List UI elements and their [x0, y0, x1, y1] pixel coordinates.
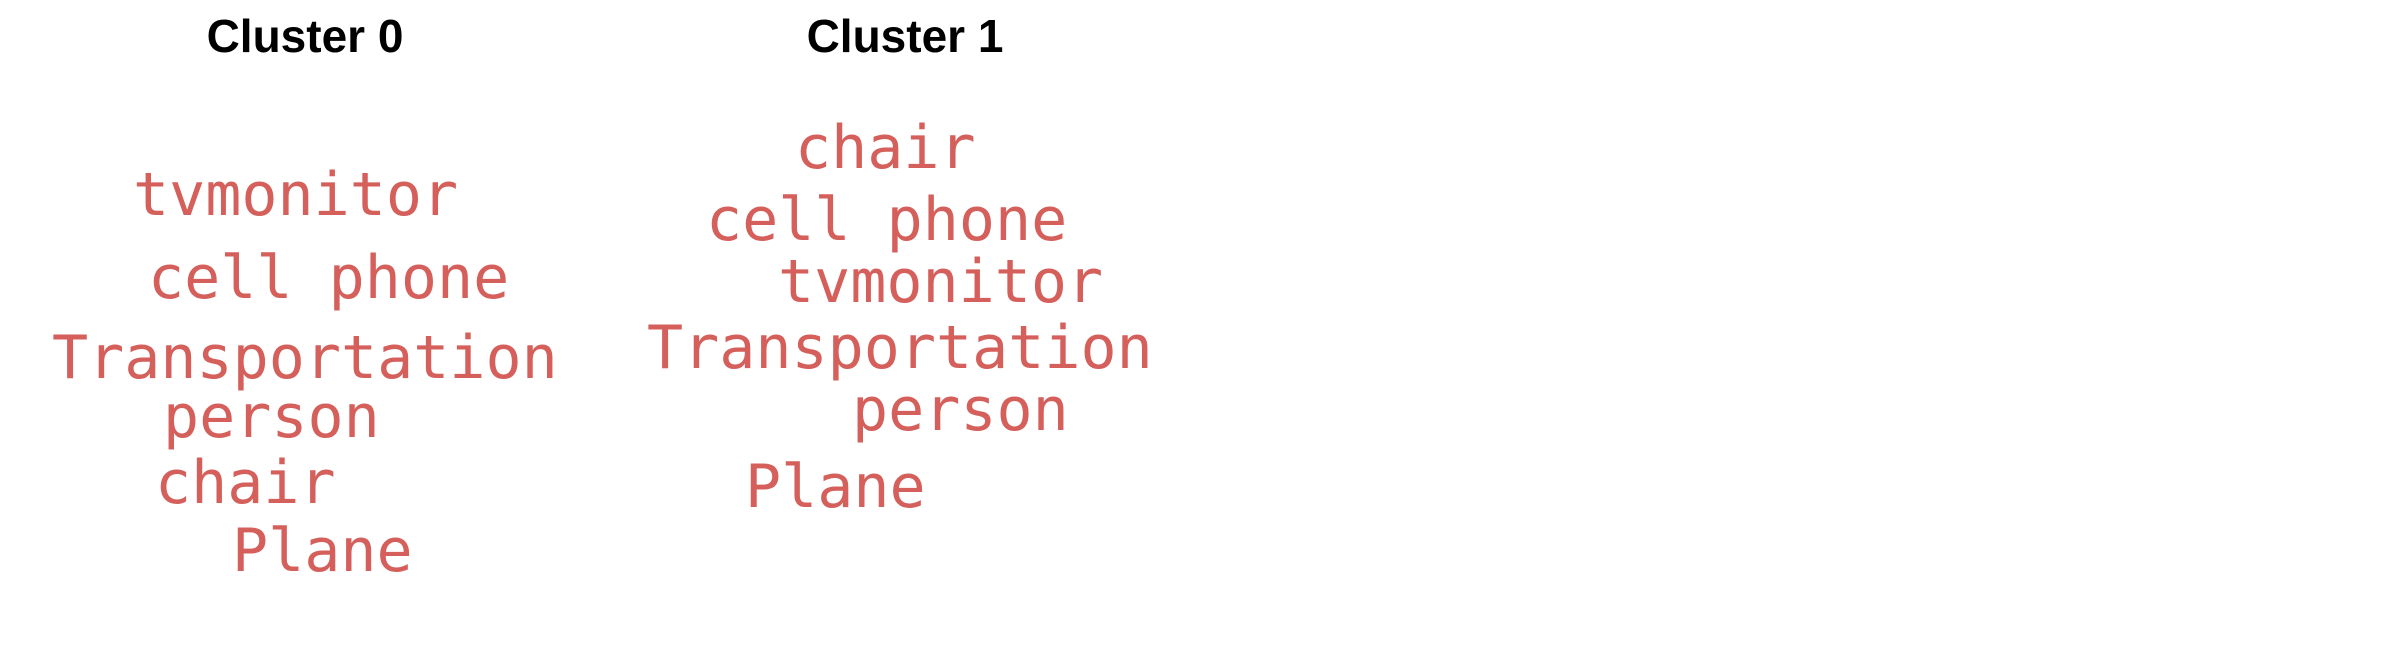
cluster-word: tvmonitor [778, 247, 1104, 317]
cluster-word: chair [155, 448, 336, 518]
cluster-word: cell phone [706, 185, 1068, 255]
cluster-word: person [163, 382, 380, 452]
cluster-title: Cluster 1 [806, 10, 1004, 62]
cluster-word: cell phone [148, 243, 510, 313]
cluster-word: chair [795, 113, 976, 183]
cluster-word: tvmonitor [133, 160, 459, 230]
cluster-word: Plane [745, 452, 926, 522]
cluster-word: person [852, 375, 1069, 445]
cluster-word: Plane [232, 516, 413, 586]
cluster-word: Transportation [52, 323, 558, 393]
cluster-word: Transportation [647, 313, 1153, 383]
cluster-title: Cluster 0 [206, 10, 404, 62]
